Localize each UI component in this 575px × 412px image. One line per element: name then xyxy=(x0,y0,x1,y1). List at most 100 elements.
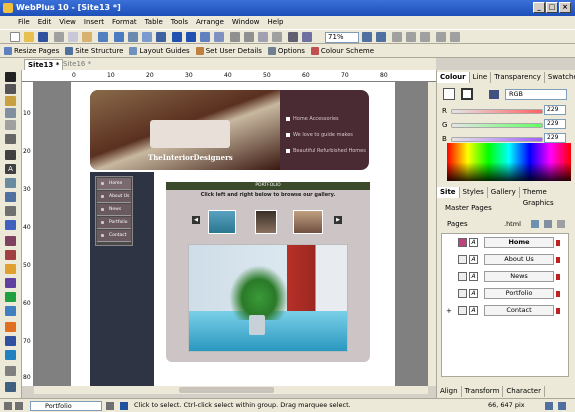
menu-help[interactable]: Help xyxy=(264,16,288,29)
g-value[interactable]: 229 xyxy=(544,119,566,129)
menu-view[interactable]: View xyxy=(55,16,80,29)
align-icon[interactable] xyxy=(214,32,224,42)
tab-swatches[interactable]: Swatches xyxy=(545,72,575,83)
layout-guides-button[interactable]: Layout Guides xyxy=(129,46,190,55)
b-slider[interactable] xyxy=(451,137,543,142)
rotate-icon[interactable] xyxy=(244,32,254,42)
fill-swatch[interactable] xyxy=(443,88,455,100)
html-label[interactable]: .html xyxy=(504,220,521,228)
flash-icon[interactable] xyxy=(5,292,16,302)
edit-icon[interactable] xyxy=(556,308,560,314)
gallery-photo[interactable] xyxy=(188,244,348,352)
page-nav-first-icon[interactable] xyxy=(4,402,12,410)
fit-page-icon[interactable] xyxy=(406,32,416,42)
tab-transparency[interactable]: Transparency xyxy=(491,72,545,83)
rotate-tool-icon[interactable] xyxy=(5,84,16,94)
qualityshape-icon[interactable] xyxy=(5,236,16,246)
thumbnail[interactable] xyxy=(293,210,323,234)
thumbnail[interactable] xyxy=(255,210,277,234)
edit-icon[interactable] xyxy=(556,274,560,280)
insert-icon[interactable] xyxy=(5,382,16,392)
nav-home[interactable]: Home xyxy=(97,178,131,190)
tab-colour[interactable]: Colour xyxy=(437,72,470,83)
menu-format[interactable]: Format xyxy=(108,16,141,29)
page-item-news[interactable]: A News xyxy=(452,271,560,283)
print-icon[interactable] xyxy=(128,32,138,42)
page-nav-next-icon[interactable] xyxy=(106,402,114,410)
form-icon[interactable] xyxy=(5,278,16,288)
resize-pages-button[interactable]: Resize Pages xyxy=(4,46,59,55)
scroll-thumb[interactable] xyxy=(179,387,274,393)
minimize-button[interactable]: _ xyxy=(533,2,545,13)
colour-mode-select[interactable]: RGB xyxy=(505,89,567,100)
zoom-tool-left-icon[interactable] xyxy=(5,134,16,144)
actual-size-icon[interactable] xyxy=(420,32,430,42)
picture-icon[interactable] xyxy=(5,192,16,202)
frame-text-icon[interactable] xyxy=(5,150,16,160)
edit-icon[interactable] xyxy=(556,257,560,263)
b-value[interactable]: 229 xyxy=(544,133,566,143)
tab-gallery[interactable]: Gallery xyxy=(488,187,520,198)
gallery-caption[interactable]: Click left and right below to browse our… xyxy=(166,192,370,198)
gallery-prev-button[interactable]: ◀ xyxy=(192,216,200,224)
open-icon[interactable] xyxy=(24,32,34,42)
page-item-home[interactable]: A Home xyxy=(452,237,560,249)
crop-tool-icon[interactable] xyxy=(5,120,16,130)
add-page-icon[interactable] xyxy=(531,220,539,228)
page-item-about-us[interactable]: A About Us xyxy=(452,254,560,266)
ecommerce-icon[interactable] xyxy=(5,336,16,346)
page-nav-prev-icon[interactable] xyxy=(15,402,23,410)
options-button[interactable]: Options xyxy=(267,46,305,55)
layers-icon[interactable] xyxy=(142,32,152,42)
transparency-tool-icon[interactable] xyxy=(5,108,16,118)
web-page[interactable]: TheInteriorDesigners Home Accessories We… xyxy=(71,82,395,386)
tab-character[interactable]: Character xyxy=(503,386,545,397)
page-item-contact[interactable]: + A Contact xyxy=(446,305,560,317)
smart-object-icon[interactable] xyxy=(5,350,16,360)
zoom-in-icon[interactable] xyxy=(362,32,372,42)
site-icon[interactable] xyxy=(156,32,166,42)
master-pages-toggle[interactable]: Master Pages xyxy=(445,204,492,212)
full-width-icon[interactable] xyxy=(436,32,446,42)
menu-table[interactable]: Table xyxy=(141,16,167,29)
menu-arrange[interactable]: Arrange xyxy=(192,16,228,29)
r-value[interactable]: 229 xyxy=(544,105,566,115)
vertical-scrollbar[interactable] xyxy=(428,82,436,386)
pointer-icon[interactable] xyxy=(5,72,16,82)
tab-site16[interactable]: Site16 * xyxy=(60,59,94,70)
publish-icon[interactable] xyxy=(98,32,108,42)
workspace[interactable]: TheInteriorDesigners Home Accessories We… xyxy=(34,82,428,386)
tab-styles[interactable]: Styles xyxy=(460,187,488,198)
zoom-tool-icon[interactable] xyxy=(376,32,386,42)
page-header[interactable]: TheInteriorDesigners Home Accessories We… xyxy=(90,90,369,170)
nav-about-us[interactable]: About Us xyxy=(97,191,131,203)
new-icon[interactable] xyxy=(10,32,20,42)
header-item[interactable]: Beautiful Refurbished Homes xyxy=(286,148,366,154)
table-icon[interactable] xyxy=(5,178,16,188)
page-select[interactable]: Portfolio xyxy=(30,401,102,411)
gallery-next-button[interactable]: ▶ xyxy=(334,216,342,224)
group-icon[interactable] xyxy=(200,32,210,42)
tab-site[interactable]: Site xyxy=(437,187,460,198)
rss-icon[interactable] xyxy=(5,322,16,332)
nav-portfolio[interactable]: Portfolio xyxy=(97,217,131,229)
edit-icon[interactable] xyxy=(556,291,560,297)
delete-page-icon[interactable] xyxy=(557,220,565,228)
fill-icon[interactable] xyxy=(5,96,16,106)
pan-icon[interactable] xyxy=(450,32,460,42)
set-user-details-button[interactable]: Set User Details xyxy=(195,46,262,55)
preview-icon[interactable] xyxy=(114,32,124,42)
tab-transform[interactable]: Transform xyxy=(462,386,504,397)
tab-align[interactable]: Align xyxy=(437,386,462,397)
nav-news[interactable]: News xyxy=(97,204,131,216)
paste-icon[interactable] xyxy=(82,32,92,42)
page-view-icon[interactable] xyxy=(392,32,402,42)
tab-line[interactable]: Line xyxy=(470,72,492,83)
navbar[interactable]: Home About Us News Portfolio Contact xyxy=(95,176,133,246)
artistic-text-icon[interactable]: A xyxy=(5,164,16,174)
copy-icon[interactable] xyxy=(68,32,78,42)
save-icon[interactable] xyxy=(38,32,48,42)
thumbnail[interactable] xyxy=(208,210,236,234)
eyedropper-icon[interactable] xyxy=(489,90,499,99)
cut-icon[interactable] xyxy=(54,32,64,42)
